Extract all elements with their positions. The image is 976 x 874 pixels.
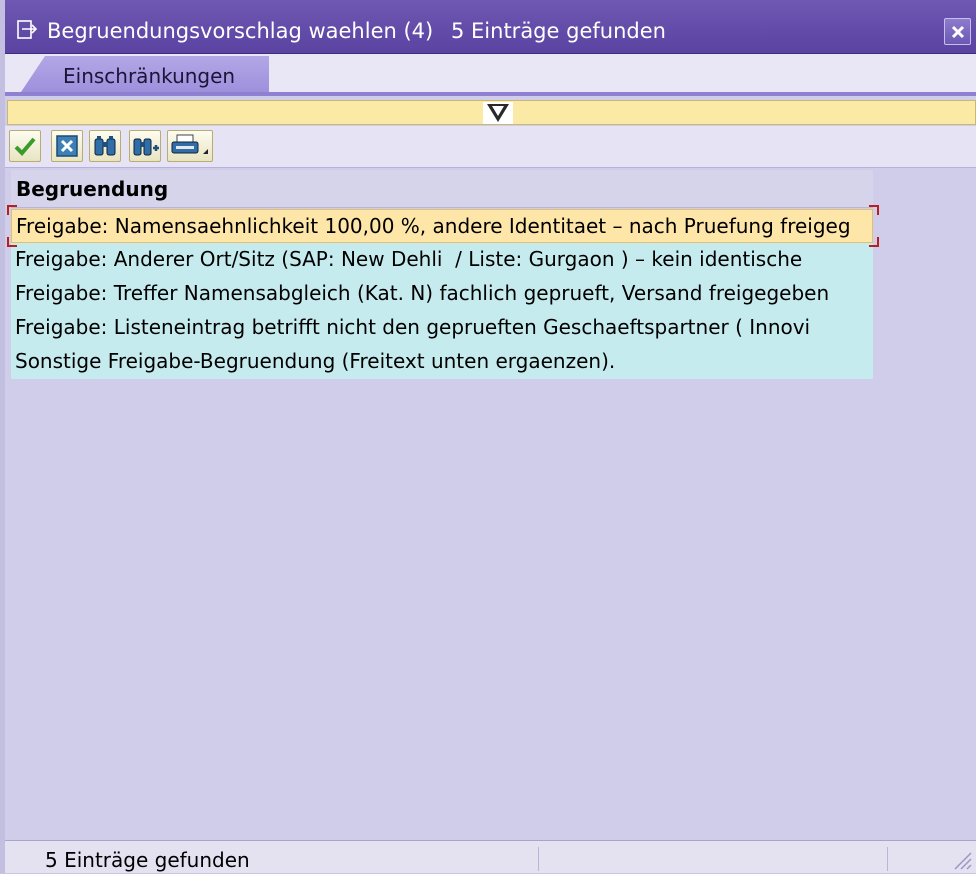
collapse-toggle-icon[interactable] bbox=[483, 102, 513, 124]
tab-underline bbox=[5, 92, 976, 96]
list-item-text: Freigabe: Treffer Namensabgleich (Kat. N… bbox=[15, 281, 830, 305]
cancel-button[interactable] bbox=[51, 130, 83, 162]
tab-einschraenkungen[interactable]: Einschränkungen bbox=[19, 56, 269, 95]
list-item[interactable]: Freigabe: Listeneintrag betrifft nicht d… bbox=[11, 311, 873, 345]
close-button[interactable] bbox=[944, 18, 971, 45]
list-item[interactable]: Freigabe: Anderer Ort/Sitz (SAP: New Deh… bbox=[11, 243, 873, 277]
status-separator bbox=[887, 847, 888, 871]
column-header-label: Begruendung bbox=[16, 177, 169, 201]
close-icon bbox=[56, 135, 78, 157]
window-title-count: 5 Einträge gefunden bbox=[451, 19, 666, 43]
list-item-text: Freigabe: Namensaehnlichkeit 100,00 %, a… bbox=[16, 214, 851, 238]
list-item[interactable]: Freigabe: Namensaehnlichkeit 100,00 %, a… bbox=[11, 209, 873, 243]
resize-grip-icon[interactable] bbox=[950, 848, 972, 870]
dialog-window: Begruendungsvorschlag waehlen (4) 5 Eint… bbox=[0, 0, 976, 873]
list-item[interactable]: Freigabe: Treffer Namensabgleich (Kat. N… bbox=[11, 277, 873, 311]
tab-label: Einschränkungen bbox=[63, 64, 236, 88]
status-bar: 5 Einträge gefunden bbox=[5, 840, 976, 873]
close-icon bbox=[951, 25, 965, 39]
find-next-button[interactable] bbox=[129, 130, 161, 162]
list-item-text: Sonstige Freigabe-Begruendung (Freitext … bbox=[15, 349, 616, 373]
column-header-begruendung[interactable]: Begruendung bbox=[11, 170, 873, 208]
status-separator bbox=[538, 847, 539, 871]
toolbar bbox=[5, 126, 976, 168]
tab-strip: Einschränkungen bbox=[5, 54, 976, 95]
find-button[interactable] bbox=[89, 130, 121, 162]
focus-corner bbox=[869, 237, 879, 247]
list-item-text: Freigabe: Anderer Ort/Sitz (SAP: New Deh… bbox=[15, 247, 803, 271]
focus-corner bbox=[869, 205, 879, 215]
restrictions-collapse-bar[interactable] bbox=[7, 100, 976, 125]
focus-corner bbox=[7, 205, 17, 215]
focus-corner bbox=[7, 237, 17, 247]
binoculars-plus-icon bbox=[133, 138, 159, 156]
list-item[interactable]: Sonstige Freigabe-Begruendung (Freitext … bbox=[11, 345, 873, 379]
title-bar[interactable]: Begruendungsvorschlag waehlen (4) 5 Eint… bbox=[5, 0, 976, 54]
binoculars-icon bbox=[94, 136, 116, 156]
printer-icon bbox=[171, 134, 208, 154]
checkmark-icon bbox=[14, 137, 36, 156]
status-text: 5 Einträge gefunden bbox=[45, 848, 250, 872]
window-title: Begruendungsvorschlag waehlen (4) bbox=[47, 19, 434, 43]
confirm-button[interactable] bbox=[9, 130, 41, 162]
print-button[interactable] bbox=[167, 130, 213, 162]
window-menu-icon[interactable] bbox=[17, 20, 39, 40]
list-item-text: Freigabe: Listeneintrag betrifft nicht d… bbox=[15, 315, 811, 339]
